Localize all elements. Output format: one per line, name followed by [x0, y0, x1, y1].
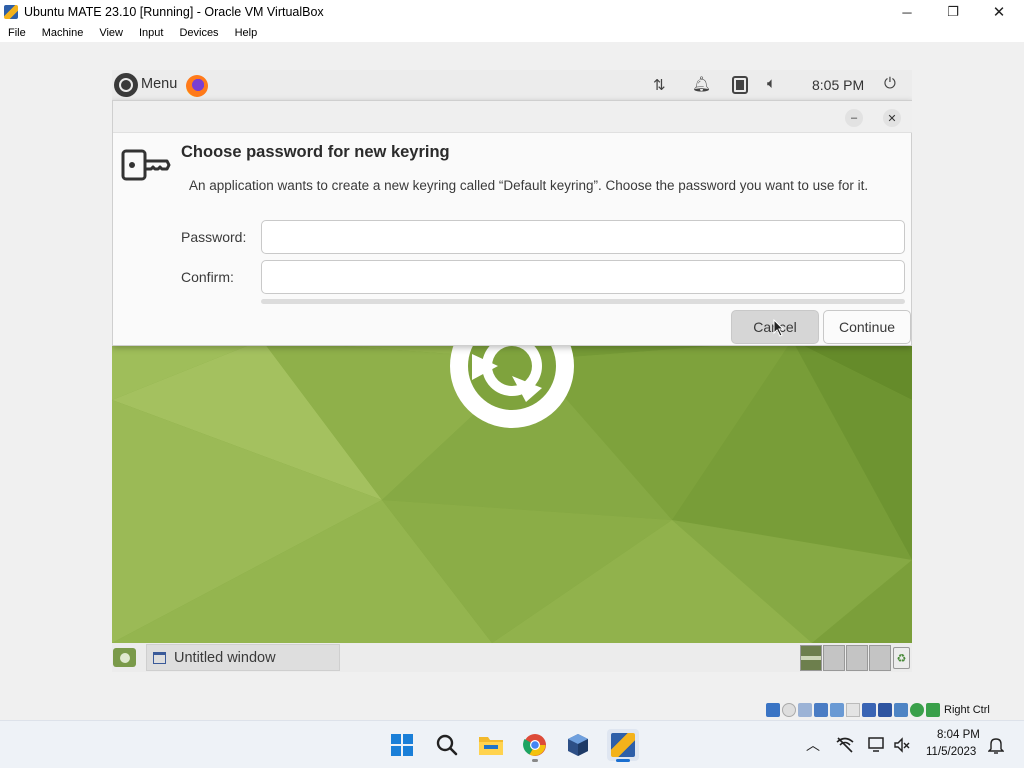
virtualbox-manager-button[interactable]: [562, 729, 594, 761]
power-icon[interactable]: ⏻: [884, 75, 896, 92]
virtualbox-vm-icon: [611, 733, 635, 757]
notification-center-icon[interactable]: [988, 736, 1004, 754]
optical-drive-icon[interactable]: [782, 703, 796, 717]
virtualbox-cube-icon: [568, 734, 588, 756]
host-title-bar: Ubuntu MATE 23.10 [Running] - Oracle VM …: [0, 0, 1024, 24]
continue-button[interactable]: Continue: [823, 310, 911, 344]
show-desktop-icon[interactable]: [113, 648, 136, 667]
network-adapter-icon[interactable]: [814, 703, 828, 717]
vbox-status-bar: Right Ctrl: [766, 700, 1024, 720]
folder-icon: [479, 737, 503, 755]
minimize-button[interactable]: ─: [884, 0, 930, 24]
top-panel: Menu ⇅ 🔔︎ 🔈︎ 8:05 PM ⏻: [112, 70, 912, 100]
dialog-header-bar: – ✕: [113, 101, 912, 133]
chrome-icon: [523, 734, 546, 756]
bottom-panel: Untitled window ♻: [112, 643, 912, 672]
network-icon[interactable]: ⇅: [653, 76, 666, 94]
recording-icon[interactable]: [878, 703, 892, 717]
host-menu-bar: File Machine View Input Devices Help: [0, 24, 1024, 42]
workspace-1[interactable]: [800, 645, 822, 671]
keyring-dialog: – ✕ Choose password for new keyring An a…: [112, 100, 912, 346]
search-button[interactable]: [431, 729, 463, 761]
password-label: Password:: [181, 229, 247, 245]
notification-bell-icon[interactable]: 🔔︎: [692, 75, 711, 93]
menu-help[interactable]: Help: [227, 27, 266, 39]
shared-folders-icon[interactable]: [846, 703, 860, 717]
mate-menu-icon[interactable]: [114, 73, 138, 97]
window-icon: [153, 651, 166, 664]
menu-input[interactable]: Input: [131, 27, 171, 39]
taskbar-window-button[interactable]: Untitled window: [146, 644, 340, 671]
tray-overflow-chevron-icon[interactable]: ︿: [806, 735, 820, 755]
menu-view[interactable]: View: [91, 27, 131, 39]
dialog-message: An application wants to create a new key…: [189, 178, 869, 193]
windows-logo-icon: [391, 734, 413, 756]
taskbar-clock-date[interactable]: 11/5/2023: [926, 746, 976, 758]
menu-machine[interactable]: Machine: [34, 27, 92, 39]
volume-muted-icon[interactable]: [893, 736, 911, 754]
audio-icon[interactable]: [798, 703, 812, 717]
battery-icon[interactable]: [732, 76, 748, 94]
maximize-button[interactable]: ❐: [930, 0, 976, 24]
key-icon: [121, 149, 171, 181]
network-no-internet-icon[interactable]: [836, 736, 854, 754]
taskbar-clock-time[interactable]: 8:04 PM: [937, 729, 980, 741]
search-icon: [436, 734, 458, 756]
password-strength-bar: [261, 299, 905, 304]
menu-file[interactable]: File: [0, 27, 34, 39]
virtualbox-icon: [4, 5, 18, 19]
host-window-title: Ubuntu MATE 23.10 [Running] - Oracle VM …: [24, 5, 324, 19]
confirm-label: Confirm:: [181, 269, 234, 285]
host-key-label: Right Ctrl: [944, 704, 990, 716]
menu-devices[interactable]: Devices: [171, 27, 226, 39]
display-tray-icon[interactable]: [868, 736, 886, 754]
windows-taskbar: ︿ 8:04 PM 11/5/2023: [0, 720, 1024, 768]
cpu-icon[interactable]: [894, 703, 908, 717]
guest-additions-icon[interactable]: [910, 703, 924, 717]
confirm-field[interactable]: [261, 260, 905, 294]
workspace-3[interactable]: [846, 645, 868, 671]
hard-disk-icon[interactable]: [766, 703, 780, 717]
file-explorer-button[interactable]: [475, 729, 507, 761]
display-icon[interactable]: [862, 703, 876, 717]
workspace-4[interactable]: [869, 645, 891, 671]
start-button[interactable]: [386, 729, 418, 761]
password-field[interactable]: [261, 220, 905, 254]
window-button-label: Untitled window: [174, 649, 276, 666]
firefox-icon[interactable]: [186, 75, 208, 97]
trash-icon[interactable]: ♻: [893, 647, 910, 669]
virtualbox-vm-button[interactable]: [607, 729, 639, 762]
guest-screen: Menu ⇅ 🔔︎ 🔈︎ 8:05 PM ⏻ – ✕ Choose passwo…: [112, 70, 912, 672]
volume-icon[interactable]: 🔈︎: [767, 75, 776, 92]
dialog-close-button[interactable]: ✕: [883, 109, 901, 127]
panel-clock[interactable]: 8:05 PM: [812, 77, 864, 93]
mouse-integration-icon[interactable]: [926, 703, 940, 717]
menu-label[interactable]: Menu: [141, 76, 177, 92]
usb-icon[interactable]: [830, 703, 844, 717]
close-button[interactable]: ✕: [976, 0, 1022, 24]
workspace-2[interactable]: [823, 645, 845, 671]
mouse-pointer-icon: [773, 319, 785, 337]
chrome-button[interactable]: [519, 729, 551, 762]
dialog-minimize-button[interactable]: –: [845, 109, 863, 127]
dialog-title: Choose password for new keyring: [181, 143, 450, 161]
